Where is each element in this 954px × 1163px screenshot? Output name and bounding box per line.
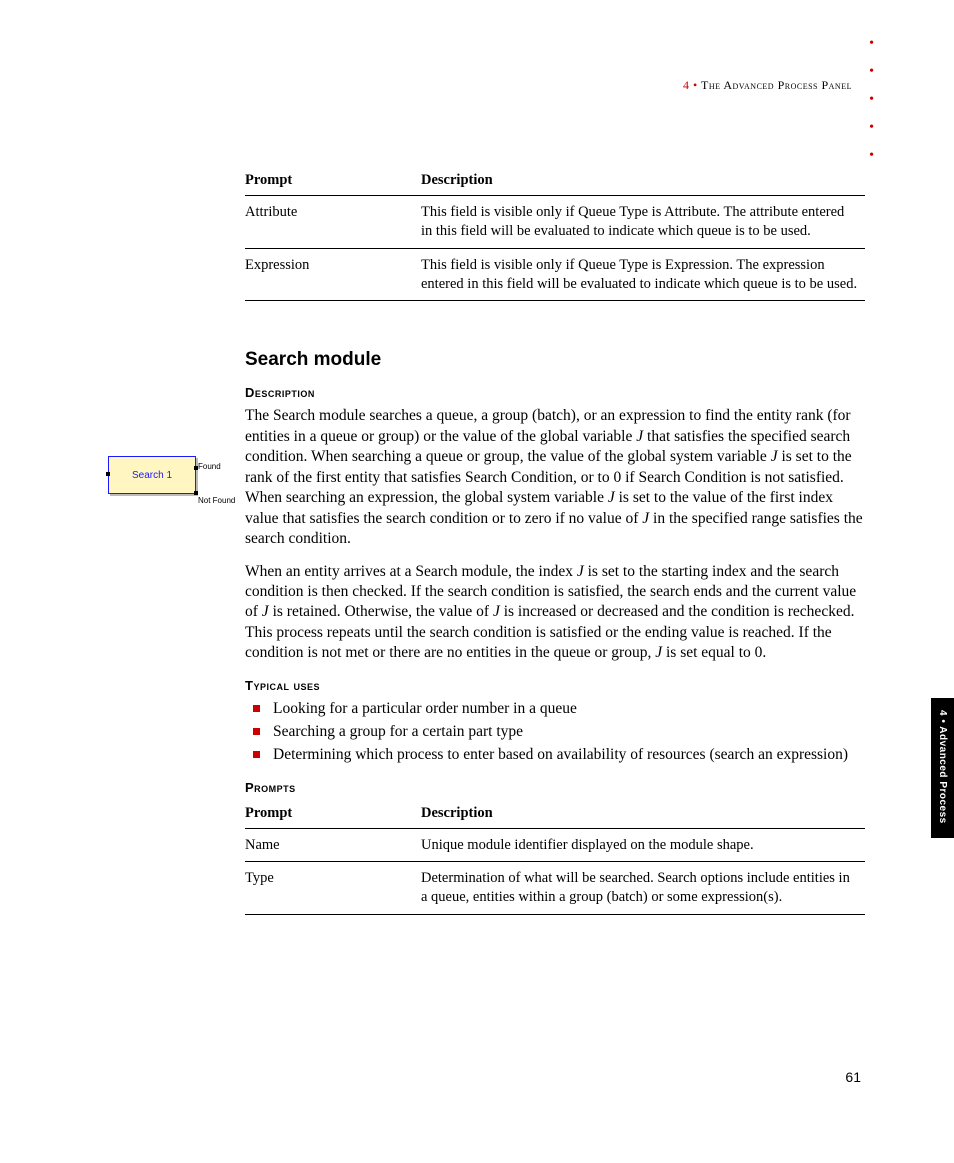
list-item: Searching a group for a certain part typ…	[245, 722, 865, 743]
description-cell: This field is visible only if Queue Type…	[421, 196, 865, 249]
table-row: Type Determination of what will be searc…	[245, 862, 865, 915]
table-row: Expression This field is visible only if…	[245, 248, 865, 301]
prompt-cell: Attribute	[245, 196, 421, 249]
subheading-typical-uses: Typical uses	[245, 678, 865, 693]
description-cell: Unique module identifier displayed on th…	[421, 828, 865, 862]
description-cell: Determination of what will be searched. …	[421, 862, 865, 915]
prompts-table: Prompt Description Name Unique module id…	[245, 801, 865, 916]
page-number: 61	[845, 1069, 861, 1085]
table-header-prompt: Prompt	[245, 168, 421, 196]
running-header: 4 • The Advanced Process Panel	[683, 78, 852, 93]
table-row: Attribute This field is visible only if …	[245, 196, 865, 249]
chapter-side-tab: 4 • Advanced Process	[931, 698, 954, 838]
subheading-description: Description	[245, 385, 865, 400]
table-header-description: Description	[421, 168, 865, 196]
chapter-number: 4	[683, 78, 690, 92]
output-label-not-found: Not Found	[198, 496, 235, 505]
table-row: Name Unique module identifier displayed …	[245, 828, 865, 862]
typical-uses-list: Looking for a particular order number in…	[245, 699, 865, 766]
prompt-table-continued: Prompt Description Attribute This field …	[245, 168, 865, 301]
prompt-cell: Expression	[245, 248, 421, 301]
list-item: Determining which process to enter based…	[245, 745, 865, 766]
table-header-prompt: Prompt	[245, 801, 421, 829]
main-content: Prompt Description Attribute This field …	[245, 168, 865, 915]
prompt-cell: Type	[245, 862, 421, 915]
module-label: Search 1	[132, 470, 172, 481]
output-label-found: Found	[198, 462, 221, 471]
subheading-prompts: Prompts	[245, 780, 865, 795]
table-header-description: Description	[421, 801, 865, 829]
description-cell: This field is visible only if Queue Type…	[421, 248, 865, 301]
list-item: Looking for a particular order number in…	[245, 699, 865, 720]
chapter-title: The Advanced Process Panel	[701, 78, 852, 92]
description-paragraph-2: When an entity arrives at a Search modul…	[245, 562, 865, 664]
section-heading: Search module	[245, 349, 865, 371]
search-module-figure: Search 1 Found Not Found	[108, 456, 218, 494]
module-shape: Search 1	[108, 456, 196, 494]
header-dots-decoration: •••••	[869, 36, 874, 164]
prompt-cell: Name	[245, 828, 421, 862]
description-paragraph-1: The Search module searches a queue, a gr…	[245, 406, 865, 549]
